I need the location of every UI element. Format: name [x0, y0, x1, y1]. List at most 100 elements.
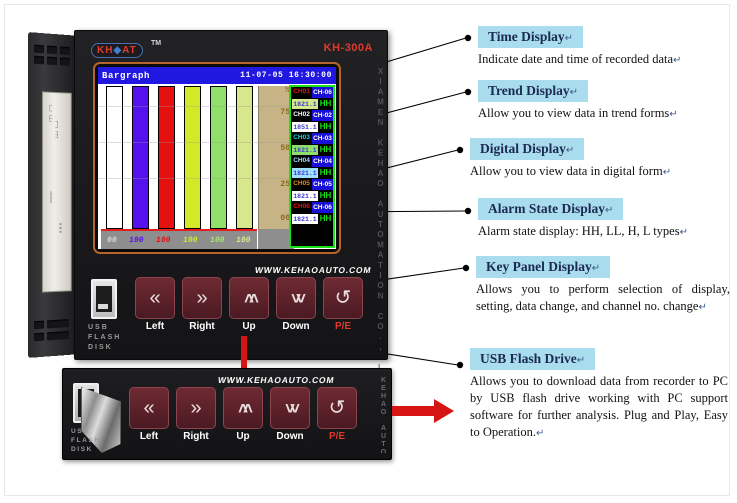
- callout-desc-text: Alarm state display: HH, LL, H, L types: [478, 224, 680, 238]
- callout-desc-text: Allow you to view data in digital form: [470, 164, 663, 178]
- channel-digital-value: 1821.1: [292, 214, 318, 224]
- bargraph-bar-1: [105, 86, 123, 229]
- key-down[interactable]: ˅˅ Down: [276, 277, 316, 339]
- channel-name: CH-02: [312, 110, 333, 121]
- usb-label-bottom-line1: USB: [71, 428, 90, 435]
- key-panel[interactable]: « Left » Right ˄˄ Up ˅˅ Down ↺ P/E: [135, 277, 381, 339]
- alarm-state-display[interactable]: CH01 CH-06 1821.1 HH CH02 CH-02 1851.1 HH CH03 CH…: [289, 85, 335, 248]
- channel-tag: CH02: [293, 111, 310, 119]
- callout-usb-flash-drive: USB Flash Drive↵ Allows you to download …: [470, 348, 728, 442]
- channel-digital-value: 1821.1: [292, 145, 318, 155]
- key-label-right: Right: [189, 321, 215, 332]
- key-up[interactable]: ˄˄ Up: [223, 387, 263, 449]
- model-number: KH-300A: [323, 42, 373, 54]
- channel-digital-value: 1821.1: [292, 99, 318, 109]
- usb-port-label-bottom: USB FLASH DISK: [71, 427, 109, 454]
- key-right[interactable]: » Right: [176, 387, 216, 449]
- logo-text-kh: KH: [97, 45, 114, 56]
- usb-label-line1: USB: [88, 324, 109, 331]
- channel-alarm-state: HH: [319, 191, 332, 200]
- callout-title-text: Key Panel Display: [486, 259, 592, 274]
- time-display: 11-07-05 16:30:00: [240, 71, 332, 80]
- callout-key-panel-display: Key Panel Display↵ Allows you to perform…: [476, 256, 730, 316]
- callout-title-text: USB Flash Drive: [480, 351, 577, 366]
- usb-label-bottom-line2: FLASH: [71, 437, 101, 444]
- callout-title-text: Alarm State Display: [488, 201, 605, 216]
- channel-header-row[interactable]: CH02 CH-02: [291, 110, 333, 121]
- key-label-left: Left: [145, 321, 165, 332]
- callout-title-trend-display: Trend Display↵: [478, 80, 589, 102]
- callout-title-text: Digital Display: [480, 141, 566, 156]
- bar-fill: [131, 86, 149, 229]
- channel-digital-value: 1851.1: [292, 122, 318, 132]
- left-icon: «: [129, 387, 169, 429]
- channel-tag: CH03: [293, 134, 310, 142]
- bar-value-1: 00: [106, 235, 118, 245]
- kehao-logo: KH◆AT: [91, 43, 143, 58]
- logo-text-at: AT: [122, 45, 137, 56]
- channel-tag: CH04: [293, 157, 310, 165]
- usb-label-line3: DISK: [88, 344, 113, 351]
- channel-header-row[interactable]: CH01 CH-06: [291, 87, 333, 98]
- channel-header-row[interactable]: CH05 CH-05: [291, 179, 333, 190]
- keypad-closeup-panel: WWW.KEHAOAUTO.COM KEHAO AUTOMATION CO., …: [62, 368, 392, 460]
- key-up[interactable]: ˄˄ Up: [229, 277, 269, 339]
- key-pe[interactable]: ↺ P/E: [317, 387, 357, 449]
- channel-header-row[interactable]: CH06 CH-06: [291, 202, 333, 213]
- callout-digital-display: Digital Display ↵ Allow you to view data …: [470, 138, 728, 181]
- screen-title-bar: Bargraph 11-07-05 16:30:00: [98, 67, 336, 84]
- usb-port-label: USB FLASH DISK: [88, 323, 128, 353]
- channel-value-row: 1851.1 HH: [291, 121, 333, 133]
- channel-name: CH-04: [312, 156, 333, 167]
- down-icon: ˅˅: [276, 277, 316, 319]
- callout-title-usb-flash-drive: USB Flash Drive↵: [470, 348, 596, 370]
- pilcrow-icon: ↵: [564, 33, 574, 44]
- pilcrow-icon: ↵: [662, 167, 672, 178]
- up-icon: ˄˄: [223, 387, 263, 429]
- channel-header-row[interactable]: CH03 CH-03: [291, 133, 333, 144]
- key-label-left: Left: [139, 431, 159, 442]
- bar-value-4: 100: [182, 235, 198, 245]
- digital-display-values: 00 100 100 100 100 100: [101, 229, 257, 249]
- channel-alarm-state: HH: [319, 168, 332, 177]
- right-icon: »: [176, 387, 216, 429]
- channel-value-row: 1821.1 HH: [291, 144, 333, 156]
- up-icon: ˄˄: [229, 277, 269, 319]
- pilcrow-icon: ↵: [591, 263, 601, 274]
- key-label-right: Right: [183, 431, 209, 442]
- channel-tag: CH01: [293, 88, 310, 96]
- bar-value-2: 100: [128, 235, 145, 245]
- key-right[interactable]: » Right: [182, 277, 222, 339]
- usb-port[interactable]: [91, 279, 117, 319]
- callout-desc-text: Allow you to view data in trend forms: [478, 106, 670, 120]
- callout-desc-alarm-state: Alarm state display: HH, LL, H, L types↵: [478, 223, 736, 241]
- callout-title-time-display: Time Display↵: [478, 26, 584, 48]
- channel-value-row: 1821.1 HH: [291, 190, 333, 202]
- pilcrow-icon: ↵: [673, 55, 682, 66]
- channel-name: CH-06: [312, 202, 333, 213]
- channel-header-row[interactable]: CH04 CH-04: [291, 156, 333, 167]
- channel-name: CH-03: [312, 133, 333, 144]
- key-left[interactable]: « Left: [135, 277, 175, 339]
- down-icon: ˅˅: [270, 387, 310, 429]
- key-panel-closeup[interactable]: « Left » Right ˄˄ Up ˅˅ Down ↺ P/E: [129, 387, 379, 449]
- key-pe[interactable]: ↺ P/E: [323, 277, 363, 339]
- key-left[interactable]: « Left: [129, 387, 169, 449]
- bargraph-bars: [101, 86, 257, 229]
- key-down[interactable]: ˅˅ Down: [270, 387, 310, 449]
- left-icon: «: [135, 277, 175, 319]
- recorder-device-front-view: ┌┬┐ ┌─┐ └┴┘ └─┘ ▭▭▭ ≡ ≡ ≡ KH◆AT TM KH-30…: [27, 30, 388, 404]
- key-label-down: Down: [276, 431, 304, 442]
- device-side-spec-label: ┌┬┐ ┌─┐ └┴┘ └─┘ ▭▭▭ ≡ ≡ ≡: [42, 91, 72, 293]
- callout-desc-time-display: Indicate date and time of recorded data↵: [478, 51, 730, 69]
- channel-alarm-state: HH: [319, 122, 332, 131]
- pilcrow-icon: ↵: [535, 428, 545, 439]
- channel-name: CH-06: [312, 87, 333, 98]
- channel-alarm-state: HH: [319, 214, 332, 223]
- website-url-bottom: WWW.KEHAOAUTO.COM: [217, 375, 336, 385]
- bar-fill: [105, 86, 123, 229]
- callout-title-alarm-state: Alarm State Display↵: [478, 198, 624, 220]
- bargraph-bar-3: [157, 86, 175, 229]
- pilcrow-icon: ↵: [669, 109, 678, 120]
- lcd-screen[interactable]: Bargraph 11-07-05 16:30:00 % 75 50 25 00: [98, 67, 336, 249]
